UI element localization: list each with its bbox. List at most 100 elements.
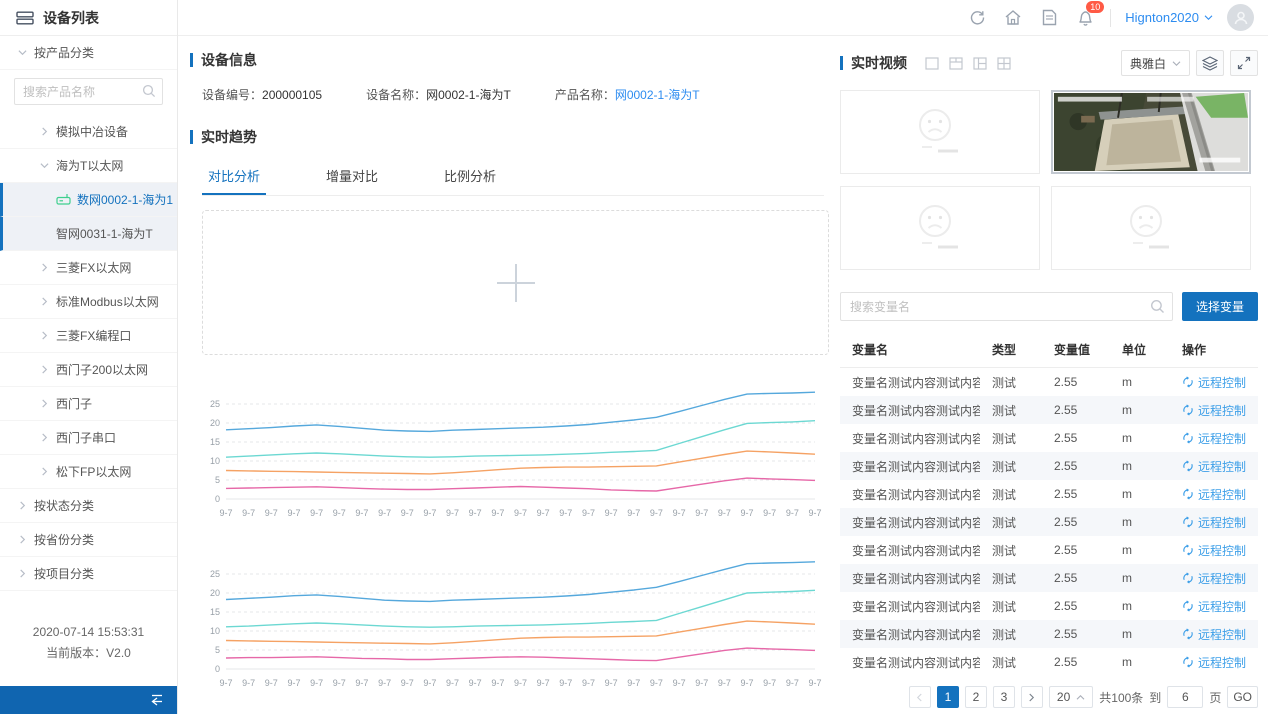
notifications-button[interactable]: 10 xyxy=(1074,7,1096,29)
cell-variable-name: 变量名测试内容测试内容 xyxy=(840,570,980,587)
product-name-field: 产品名称：网0002-1-海为T xyxy=(555,86,700,103)
page-size-value: 20 xyxy=(1057,690,1070,704)
svg-text:9-7: 9-7 xyxy=(287,508,300,518)
sidebar-item[interactable]: 智网0031-1-海为T xyxy=(0,217,177,251)
remote-control-link[interactable]: 远程控制 xyxy=(1170,542,1258,559)
video-cell-1[interactable] xyxy=(840,90,1040,174)
remote-control-link[interactable]: 远程控制 xyxy=(1170,430,1258,447)
cell-value: 2.55 xyxy=(1042,571,1110,585)
select-variable-button[interactable]: 选择变量 xyxy=(1182,292,1258,321)
svg-text:9-7: 9-7 xyxy=(763,508,776,518)
layout-two-button[interactable] xyxy=(949,57,963,70)
chevron-right-icon xyxy=(18,569,27,578)
home-button[interactable] xyxy=(1002,7,1024,29)
remote-control-link[interactable]: 远程控制 xyxy=(1170,598,1258,615)
sidebar-item[interactable]: 松下FP以太网 xyxy=(0,455,177,489)
avatar[interactable] xyxy=(1227,4,1254,31)
sidebar-item[interactable]: 海为T以太网 xyxy=(0,149,177,183)
svg-text:9-7: 9-7 xyxy=(786,508,799,518)
trend-tabs: 对比分析 增量对比 比例分析 xyxy=(202,157,824,196)
remote-control-link[interactable]: 远程控制 xyxy=(1170,626,1258,643)
theme-select[interactable]: 典雅白 xyxy=(1121,50,1190,76)
no-video-placeholder-icon xyxy=(905,201,975,255)
remote-control-link[interactable]: 远程控制 xyxy=(1170,402,1258,419)
svg-text:9-7: 9-7 xyxy=(333,678,346,688)
sidebar-group-product[interactable]: 按产品分类 xyxy=(0,36,177,70)
table-body: 变量名测试内容测试内容测试2.55m远程控制变量名测试内容测试内容测试2.55m… xyxy=(840,368,1258,676)
video-grid xyxy=(840,90,1258,270)
sidebar-item[interactable]: 西门子 xyxy=(0,387,177,421)
layers-icon xyxy=(1202,56,1218,71)
svg-text:5: 5 xyxy=(215,645,220,655)
remote-control-link[interactable]: 远程控制 xyxy=(1170,570,1258,587)
remote-control-icon xyxy=(1182,404,1194,416)
main-panel: 设备信息 设备编号：200000105 设备名称：网0002-1-海为T 产品名… xyxy=(178,36,840,714)
variable-search-input[interactable] xyxy=(840,292,1173,321)
document-button[interactable] xyxy=(1038,7,1060,29)
sidebar-item[interactable]: 按省份分类 xyxy=(0,523,177,557)
fullscreen-button[interactable] xyxy=(1230,50,1258,76)
product-search-input[interactable] xyxy=(14,78,163,105)
sidebar-item[interactable]: 标准Modbus以太网 xyxy=(0,285,177,319)
jump-label-post: 页 xyxy=(1209,689,1221,706)
remote-control-link[interactable]: 远程控制 xyxy=(1170,654,1258,671)
sidebar-item[interactable]: 按项目分类 xyxy=(0,557,177,591)
video-cell-4[interactable] xyxy=(1051,186,1251,270)
layout-three-button[interactable] xyxy=(973,57,987,70)
go-button[interactable]: GO xyxy=(1227,686,1258,708)
page-button-2[interactable]: 2 xyxy=(965,686,987,708)
collapse-sidebar-button[interactable] xyxy=(147,690,167,710)
remote-control-label: 远程控制 xyxy=(1198,430,1246,447)
sidebar-bottom-groups: 按状态分类按省份分类按项目分类 xyxy=(0,489,177,591)
cell-variable-name: 变量名测试内容测试内容 xyxy=(840,542,980,559)
sidebar-item[interactable]: 三菱FX以太网 xyxy=(0,251,177,285)
username: Hignton2020 xyxy=(1125,10,1199,25)
tab-ratio-analysis[interactable]: 比例分析 xyxy=(438,157,502,195)
add-chart-dropzone[interactable] xyxy=(202,210,829,355)
video-cell-2[interactable] xyxy=(1051,90,1251,174)
device-list-icon xyxy=(16,11,34,25)
next-page-button[interactable] xyxy=(1021,686,1043,708)
layout-single-button[interactable] xyxy=(925,57,939,70)
sidebar-item[interactable]: 西门子串口 xyxy=(0,421,177,455)
remote-control-link[interactable]: 远程控制 xyxy=(1170,486,1258,503)
page-jump-input[interactable] xyxy=(1167,686,1203,708)
refresh-button[interactable] xyxy=(966,7,988,29)
cell-value: 2.55 xyxy=(1042,543,1110,557)
page-button-3[interactable]: 3 xyxy=(993,686,1015,708)
sidebar-item-label: 海为T以太网 xyxy=(56,157,123,174)
svg-text:25: 25 xyxy=(210,569,220,579)
video-cell-3[interactable] xyxy=(840,186,1040,270)
layout-grid-button[interactable] xyxy=(997,57,1011,70)
video-title: 实时视频 xyxy=(851,53,907,73)
sidebar-item-label: 松下FP以太网 xyxy=(56,463,131,480)
remote-control-label: 远程控制 xyxy=(1198,654,1246,671)
table-row: 变量名测试内容测试内容测试2.55m远程控制 xyxy=(840,620,1258,648)
sidebar-item[interactable]: 模拟中冶设备 xyxy=(0,115,177,149)
svg-text:9-7: 9-7 xyxy=(423,508,436,518)
sidebar-item[interactable]: 按状态分类 xyxy=(0,489,177,523)
table-row: 变量名测试内容测试内容测试2.55m远程控制 xyxy=(840,592,1258,620)
device-number-field: 设备编号：200000105 xyxy=(202,86,322,103)
svg-text:10: 10 xyxy=(210,626,220,636)
tab-increment-compare[interactable]: 增量对比 xyxy=(320,157,384,195)
remote-control-link[interactable]: 远程控制 xyxy=(1170,374,1258,391)
chevron-down-icon xyxy=(18,48,27,57)
tab-compare-analysis[interactable]: 对比分析 xyxy=(202,157,266,195)
no-video-placeholder-icon xyxy=(905,105,975,159)
prev-page-button[interactable] xyxy=(909,686,931,708)
pagination-total: 共100条 xyxy=(1099,689,1143,706)
product-name-link[interactable]: 网0002-1-海为T xyxy=(615,88,700,102)
table-row: 变量名测试内容测试内容测试2.55m远程控制 xyxy=(840,564,1258,592)
page-button-1[interactable]: 1 xyxy=(937,686,959,708)
remote-control-link[interactable]: 远程控制 xyxy=(1170,458,1258,475)
user-menu[interactable]: Hignton2020 xyxy=(1125,10,1213,25)
sidebar-item[interactable]: 西门子200以太网 xyxy=(0,353,177,387)
remote-control-link[interactable]: 远程控制 xyxy=(1170,514,1258,531)
sidebar-item[interactable]: 数网0002-1-海为1 xyxy=(0,183,177,217)
layers-button[interactable] xyxy=(1196,50,1224,76)
sidebar-item[interactable]: 三菱FX编程口 xyxy=(0,319,177,353)
svg-text:9-7: 9-7 xyxy=(673,508,686,518)
page-size-select[interactable]: 20 xyxy=(1049,686,1093,708)
svg-text:9-7: 9-7 xyxy=(446,678,459,688)
